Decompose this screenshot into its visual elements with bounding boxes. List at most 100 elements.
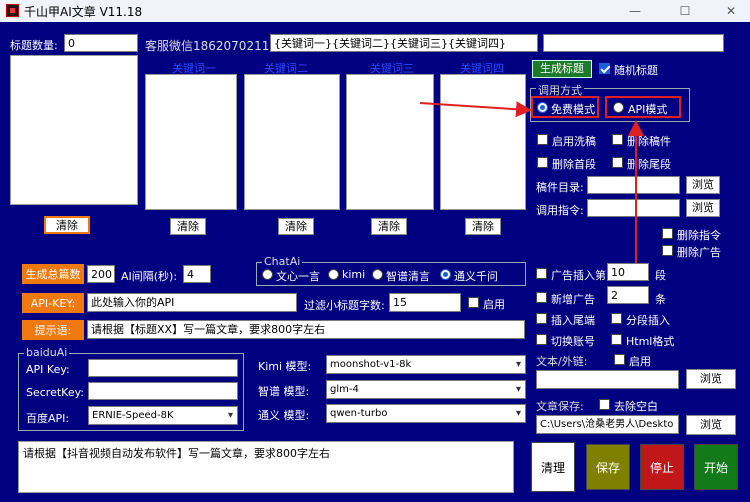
baidu-label: baiduAi	[24, 346, 70, 359]
chatai-wenxin-radio[interactable]	[262, 269, 273, 280]
title-count-input[interactable]: 0	[64, 34, 138, 52]
text-link-enable-label: 启用	[629, 355, 651, 368]
generate-title-button[interactable]: 生成标题	[532, 60, 592, 78]
new-ad-checkbox[interactable]	[536, 292, 547, 303]
total-label: 生成总篇数	[22, 264, 84, 284]
api-key-input[interactable]: 此处输入你的API	[87, 293, 297, 312]
baidu-secret-input[interactable]	[88, 382, 238, 400]
chatai-kimi-radio[interactable]	[328, 269, 339, 280]
delete-cmd-checkbox[interactable]	[662, 228, 673, 239]
save-path-label: 文章保存:	[536, 400, 584, 413]
baidu-api-key-input[interactable]	[88, 359, 238, 377]
annotation-arrows	[419, 101, 644, 271]
delete-ad-label: 删除广告	[677, 246, 721, 259]
insert-end-label: 插入尾端	[551, 314, 595, 327]
prompt-input[interactable]: 请根据【标题XX】写一篇文章，要求800字左右	[87, 320, 525, 339]
insert-ad-label: 广告插入第	[551, 269, 606, 282]
kimi-model-select[interactable]: moonshot-v1-8k ▾	[326, 355, 526, 374]
insert-ad-input[interactable]: 10	[607, 263, 649, 281]
filter-enable-label: 启用	[483, 298, 505, 311]
chevron-down-icon: ▾	[515, 359, 521, 370]
zhipu-model-label: 智谱 模型:	[258, 385, 310, 398]
extra-input[interactable]	[543, 34, 724, 52]
baidu-api-select-label: 百度API:	[26, 412, 70, 425]
chatai-wenxin-label: 文心一言	[276, 270, 320, 283]
para-insert-label: 分段插入	[626, 314, 670, 327]
keyword-2-list[interactable]	[244, 74, 340, 210]
kimi-model-label: Kimi 模型:	[258, 360, 312, 373]
window-title: 千山甲AI文章 V11.18	[24, 5, 143, 19]
new-ad-unit: 条	[655, 293, 666, 306]
text-link-enable-checkbox[interactable]	[614, 354, 625, 365]
bottom-prompt-textarea[interactable]: 请根据【抖音视频自动发布软件】写一篇文章，要求800字左右	[18, 441, 514, 493]
save-path-browse-button[interactable]: 浏览	[686, 415, 736, 435]
titles-list[interactable]	[10, 55, 138, 205]
para-insert-checkbox[interactable]	[611, 313, 622, 324]
chatai-label: ChatAi	[262, 255, 303, 268]
api-key-label: API-KEY:	[22, 293, 84, 313]
baidu-api-key-label: API Key:	[26, 363, 70, 376]
bottom-prompt-text: 请根据【抖音视频自动发布软件】写一篇文章，要求800字左右	[23, 447, 330, 460]
save-path-input[interactable]: C:\Users\沧桑老男人\Deskto	[536, 415, 679, 434]
filter-enable-checkbox[interactable]	[468, 297, 479, 308]
chevron-down-icon: ▾	[515, 384, 521, 395]
chatai-zhipu-radio[interactable]	[372, 269, 383, 280]
total-input[interactable]: 200	[87, 265, 115, 283]
switch-account-label: 切换账号	[551, 335, 595, 348]
clear-titles-button[interactable]: 清除	[44, 216, 90, 234]
html-format-label: Html格式	[626, 335, 675, 348]
minimize-icon[interactable]: —	[620, 2, 650, 20]
tongyi-model-label: 通义 模型:	[258, 409, 310, 422]
chatai-zhipu-label: 智谱清言	[386, 270, 430, 283]
clear-keyword-1-button[interactable]: 清除	[170, 218, 206, 235]
clear-keyword-2-button[interactable]: 清除	[278, 218, 314, 235]
stop-button[interactable]: 停止	[640, 444, 684, 490]
random-title-checkbox[interactable]	[599, 63, 610, 74]
new-ad-label: 新增广告	[551, 293, 595, 306]
call-cmd-browse-button[interactable]: 浏览	[686, 199, 720, 217]
chatai-tongyi-radio[interactable]	[440, 269, 451, 280]
remove-blank-checkbox[interactable]	[599, 399, 610, 410]
filter-label: 过滤小标题字数:	[304, 299, 385, 312]
text-link-browse-button[interactable]: 浏览	[686, 369, 736, 389]
contact-text: 客服微信18620702119	[145, 39, 277, 53]
interval-input[interactable]: 4	[183, 265, 211, 283]
keyword-1-list[interactable]	[145, 74, 237, 210]
interval-label: AI间隔(秒):	[121, 270, 178, 283]
maximize-icon[interactable]: ☐	[670, 2, 700, 20]
app-icon	[6, 4, 19, 17]
switch-account-checkbox[interactable]	[536, 334, 547, 345]
chevron-down-icon: ▾	[227, 410, 233, 421]
text-link-input[interactable]	[536, 370, 679, 389]
chatai-tongyi-label: 通义千问	[454, 270, 498, 283]
random-title-label: 随机标题	[614, 64, 658, 77]
insert-ad-unit: 段	[655, 269, 666, 282]
draft-dir-browse-button[interactable]: 浏览	[686, 176, 720, 194]
html-format-checkbox[interactable]	[611, 334, 622, 345]
clear-keyword-3-button[interactable]: 清除	[371, 218, 407, 235]
remove-blank-label: 去除空白	[614, 400, 658, 413]
zhipu-model-value: glm-4	[330, 384, 359, 395]
tongyi-model-select[interactable]: qwen-turbo ▾	[326, 404, 526, 423]
baidu-api-select[interactable]: ERNIE-Speed-8K ▾	[88, 406, 238, 425]
chevron-down-icon: ▾	[515, 408, 521, 419]
insert-end-checkbox[interactable]	[536, 313, 547, 324]
zhipu-model-select[interactable]: glm-4 ▾	[326, 380, 526, 399]
filter-input[interactable]: 15	[389, 293, 461, 312]
delete-cmd-label: 删除指令	[677, 229, 721, 242]
insert-ad-checkbox[interactable]	[536, 268, 547, 279]
delete-ad-checkbox[interactable]	[662, 245, 673, 256]
keyword-pattern-input[interactable]: {关键词一}{关键词二}{关键词三}{关键词四}	[270, 34, 538, 52]
tongyi-model-value: qwen-turbo	[330, 408, 388, 419]
text-link-label: 文本/外链:	[536, 355, 588, 368]
save-button[interactable]: 保存	[586, 444, 630, 490]
new-ad-input[interactable]: 2	[607, 286, 649, 304]
prompt-label: 提示语:	[22, 320, 84, 340]
kimi-model-value: moonshot-v1-8k	[330, 359, 412, 370]
baidu-api-select-value: ERNIE-Speed-8K	[92, 410, 174, 421]
start-button[interactable]: 开始	[694, 444, 738, 490]
clean-button[interactable]: 清理	[531, 442, 575, 492]
chatai-kimi-label: kimi	[342, 268, 366, 281]
close-icon[interactable]: ✕	[716, 2, 746, 20]
baidu-secret-label: SecretKey:	[26, 386, 85, 399]
